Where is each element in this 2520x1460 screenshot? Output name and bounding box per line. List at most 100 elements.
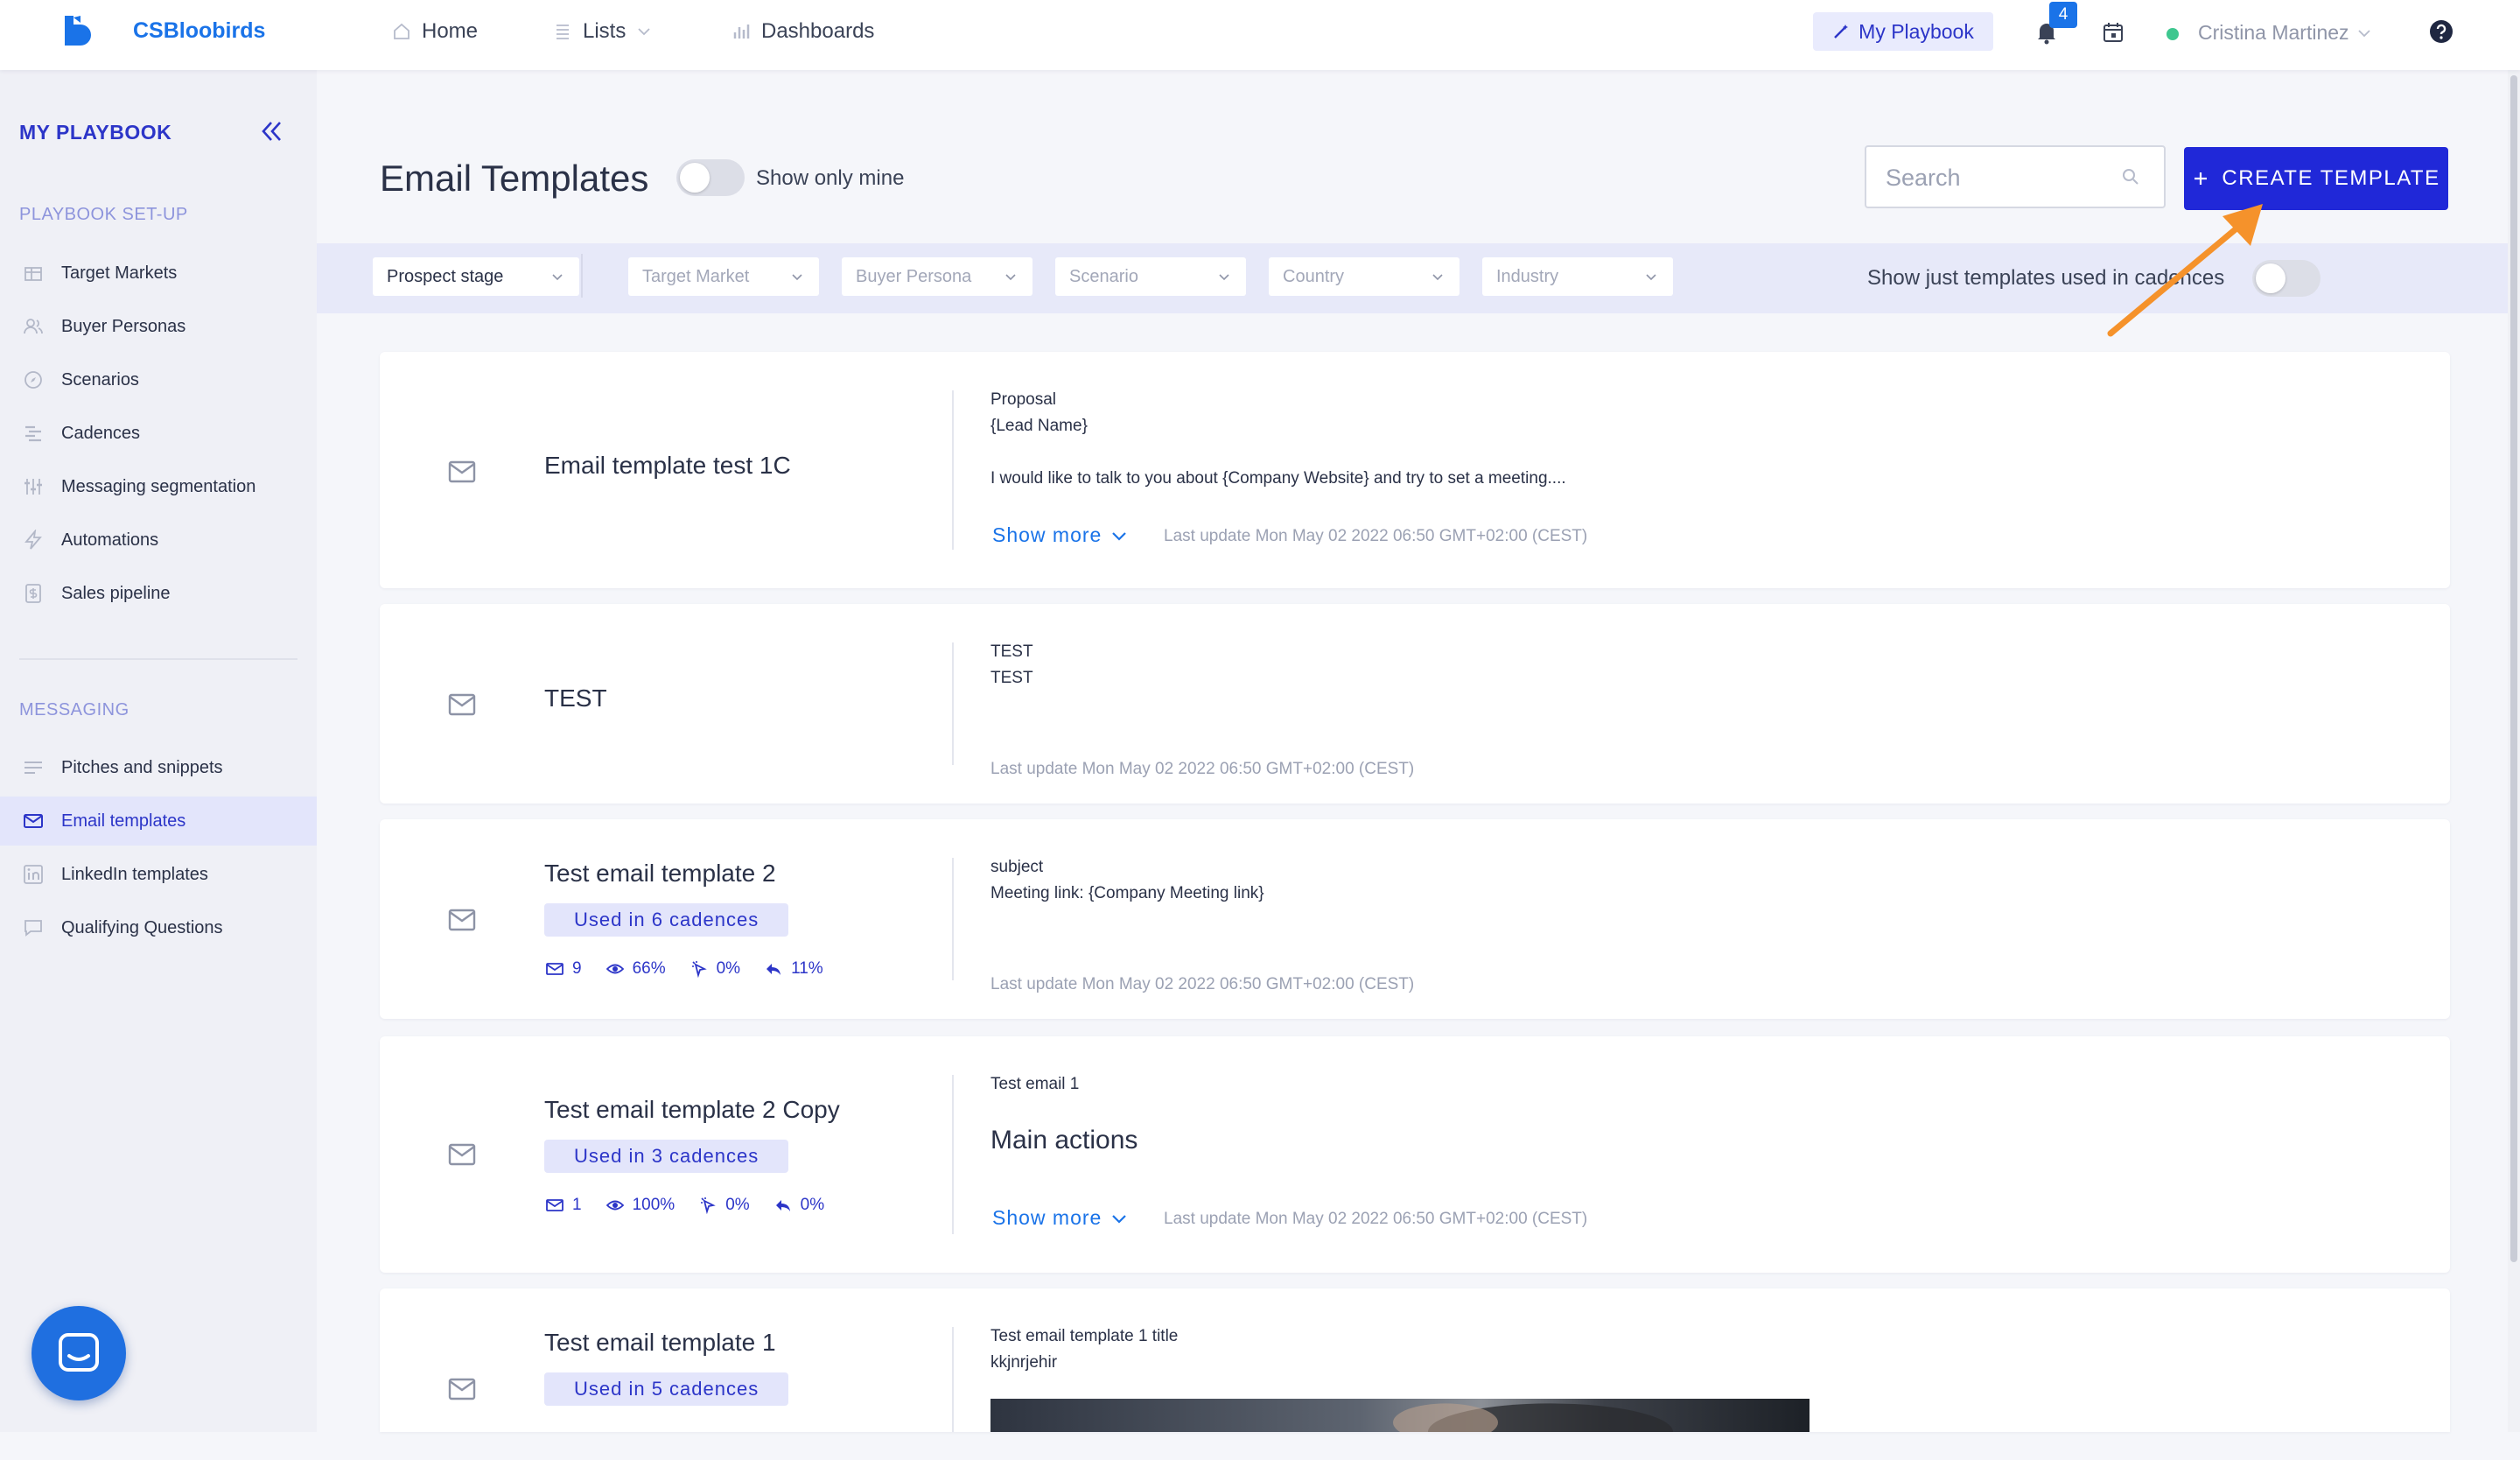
cursor-click-icon [699,1197,717,1214]
template-name[interactable]: Test email template 2 [544,860,776,888]
nav-home[interactable]: Home [392,19,478,44]
support-chat-button[interactable] [32,1306,126,1400]
show-more-link[interactable]: Show more [992,523,1128,547]
mail-icon [448,693,476,716]
chevron-down-icon [1003,269,1018,284]
user-name: Cristina Martinez [2198,21,2349,44]
filter-separator [581,254,583,298]
sidebar: MY PLAYBOOK PLAYBOOK SET-UP Target Marke… [0,70,317,1432]
clicked-stat: 0% [690,959,740,979]
template-name[interactable]: Test email template 1 [544,1329,776,1357]
bloobirds-logo-icon[interactable] [61,14,96,53]
sidebar-item-target-markets[interactable]: Target Markets [0,249,317,298]
filter-scenario[interactable]: Scenario [1055,257,1246,296]
mail-sent-icon [546,1197,564,1214]
filter-country[interactable]: Country [1269,257,1460,296]
template-card[interactable]: TEST TEST TEST Last update Mon May 02 20… [380,604,2450,804]
nav-lists[interactable]: Lists [553,19,652,44]
sidebar-item-qualifying-questions[interactable]: Qualifying Questions [0,903,317,952]
reply-icon [765,960,782,978]
sidebar-item-cadences[interactable]: Cadences [0,409,317,458]
mail-icon [448,909,476,931]
clicked-stat: 0% [699,1196,750,1215]
template-card[interactable]: Email template test 1C Proposal {Lead Na… [380,352,2450,588]
sidebar-item-label: Qualifying Questions [61,917,223,937]
show-only-mine-toggle[interactable] [676,159,745,196]
card-divider [952,858,954,980]
template-body-heading: Main actions [990,1126,1138,1155]
bar-chart-icon [732,22,751,41]
used-in-cadences-badge[interactable]: Used in 3 cadences [544,1140,789,1173]
filter-buyer-persona[interactable]: Buyer Persona [842,257,1032,296]
mail-icon [448,460,476,483]
reply-icon [774,1197,792,1214]
sidebar-item-buyer-personas[interactable]: Buyer Personas [0,302,317,351]
template-body-line: I would like to talk to you about {Compa… [990,469,1566,488]
template-name[interactable]: TEST [544,684,607,712]
template-name[interactable]: Email template test 1C [544,452,791,480]
sidebar-item-messaging-segmentation[interactable]: Messaging segmentation [0,462,317,511]
search-icon [2122,168,2139,186]
top-navigation-bar: CSBloobirds Home Lists Dashboards My Pla… [0,0,2520,70]
user-menu[interactable]: Cristina Martinez [2198,21,2372,45]
card-divider [952,1327,954,1432]
sidebar-item-label: Pitches and snippets [61,757,223,777]
page-scrollbar[interactable] [2508,70,2520,1432]
sidebar-item-linkedin-templates[interactable]: LinkedIn templates [0,850,317,899]
sidebar-item-label: LinkedIn templates [61,864,208,884]
sidebar-item-scenarios[interactable]: Scenarios [0,355,317,404]
template-body-line: TEST [990,669,1033,687]
sidebar-item-label: Scenarios [61,369,139,390]
sidebar-item-email-templates[interactable]: Email templates [0,797,317,846]
nav-lists-label: Lists [583,19,626,43]
search-input[interactable] [1884,161,2124,194]
scrollbar-thumb[interactable] [2510,75,2517,1262]
used-in-cadences-badge[interactable]: Used in 5 cadences [544,1372,789,1406]
filter-label: Target Market [642,266,750,286]
show-more-link[interactable]: Show more [992,1206,1128,1230]
card-divider [952,642,954,765]
online-status-dot [2166,28,2179,40]
filter-target-market[interactable]: Target Market [628,257,819,296]
sent-count: 1 [572,1196,582,1214]
replied-rate: 11% [791,959,823,978]
magic-wand-icon [1832,23,1850,40]
filter-industry[interactable]: Industry [1482,257,1673,296]
template-card[interactable]: Test email template 1 Used in 5 cadences… [380,1288,2450,1432]
template-stats: 9 66% 0% 11% [546,959,823,979]
chevron-down-icon [1110,527,1128,544]
filter-label: Buyer Persona [856,266,972,286]
page-title: Email Templates [380,158,649,199]
template-embedded-image [990,1399,1810,1460]
compass-icon [23,369,44,390]
chevron-down-icon [1216,269,1232,284]
replied-stat: 11% [765,959,823,979]
sidebar-item-label: Email templates [61,811,186,831]
help-icon[interactable] [2429,19,2454,44]
opened-stat: 100% [606,1196,675,1215]
dollar-icon [23,583,44,604]
template-name[interactable]: Test email template 2 Copy [544,1096,840,1124]
target-markets-icon [23,263,44,284]
opened-rate: 66% [632,959,666,978]
card-divider [952,390,954,550]
sidebar-item-label: Buyer Personas [61,316,186,336]
filter-prospect-stage[interactable]: Prospect stage [373,257,579,296]
template-card[interactable]: Test email template 2 Copy Used in 3 cad… [380,1036,2450,1273]
sidebar-item-pitches-and-snippets[interactable]: Pitches and snippets [0,743,317,792]
filter-label: Scenario [1069,266,1138,286]
filter-label: Industry [1496,266,1559,286]
list-icon [553,22,572,41]
used-in-cadences-badge[interactable]: Used in 6 cadences [544,903,789,937]
last-update-text: Last update Mon May 02 2022 06:50 GMT+02… [990,975,1415,993]
brand-name[interactable]: CSBloobirds [133,18,265,44]
collapse-sidebar-icon[interactable] [257,117,285,145]
template-subject: subject [990,858,1044,876]
calendar-icon[interactable] [2102,21,2124,44]
sidebar-item-automations[interactable]: Automations [0,516,317,565]
my-playbook-button[interactable]: My Playbook [1813,12,1993,51]
nav-dashboards[interactable]: Dashboards [732,19,874,44]
template-card[interactable]: Test email template 2 Used in 6 cadences… [380,819,2450,1019]
sidebar-item-sales-pipeline[interactable]: Sales pipeline [0,569,317,618]
eye-icon [606,1197,624,1214]
